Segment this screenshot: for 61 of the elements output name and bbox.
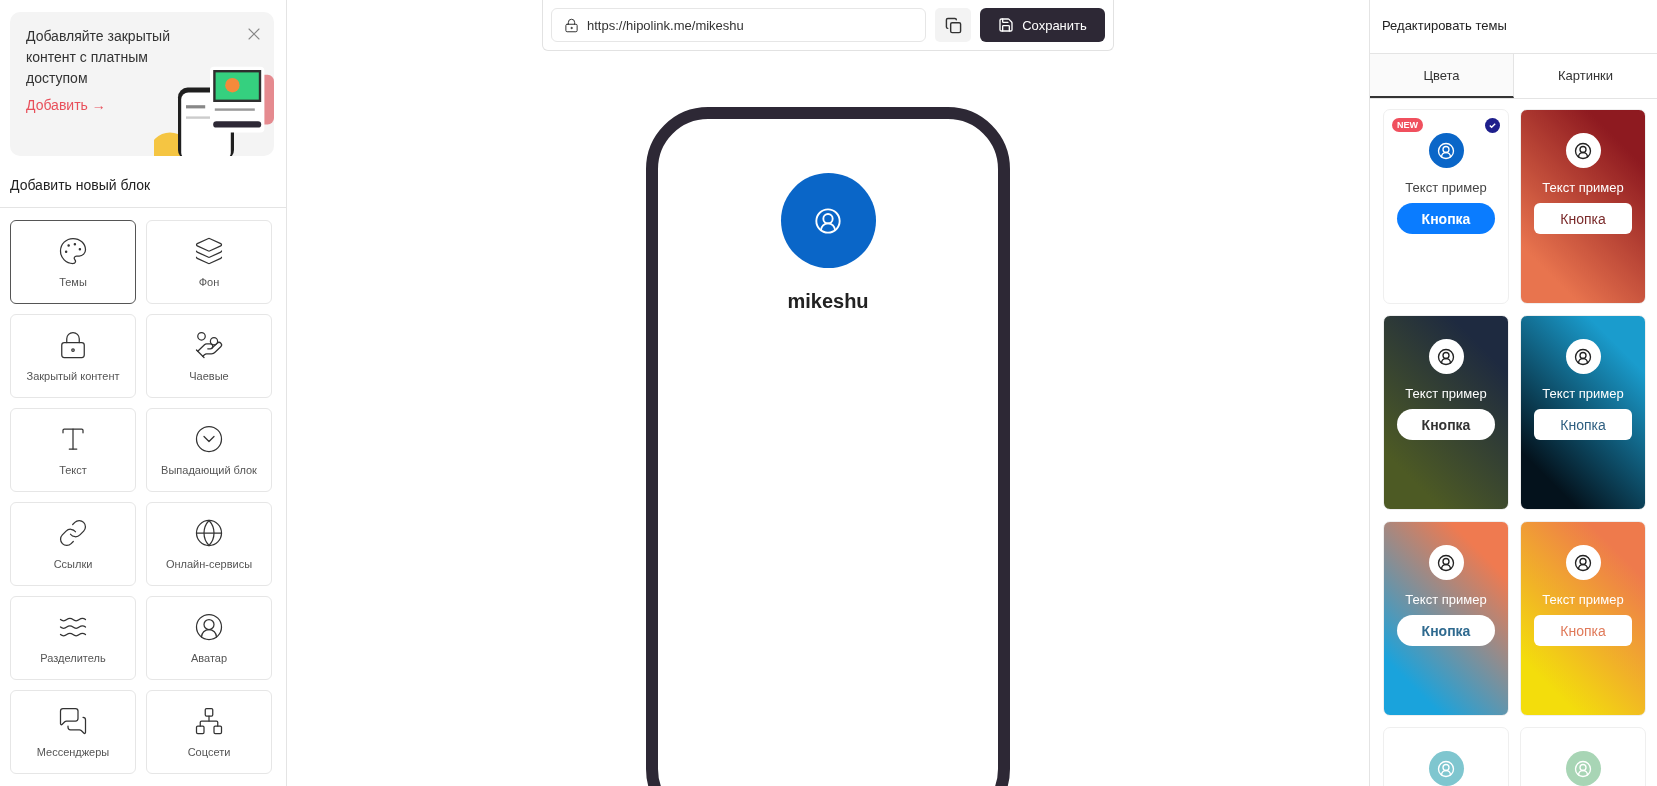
user-icon bbox=[194, 612, 224, 642]
block-tile[interactable]: Аватар bbox=[146, 596, 272, 680]
profile-name: mikeshu bbox=[787, 290, 869, 313]
button-label: Кнопка bbox=[1421, 416, 1471, 433]
button-label: Кнопка bbox=[1421, 622, 1471, 639]
block-tile[interactable]: Ссылки bbox=[10, 502, 136, 586]
copy-icon bbox=[944, 16, 962, 34]
url-text: https://hipolink.me/mikeshu bbox=[587, 17, 744, 33]
chevron-circle-icon bbox=[194, 424, 224, 454]
user-icon bbox=[814, 206, 842, 235]
block-tile[interactable]: Разделитель bbox=[10, 596, 136, 680]
section-heading: Добавить новый блок bbox=[0, 156, 286, 208]
lock-icon bbox=[564, 17, 579, 33]
button-label: Кнопка bbox=[1560, 416, 1606, 433]
block-tile[interactable]: Онлайн-сервисы bbox=[146, 502, 272, 586]
save-button[interactable]: Сохранить bbox=[980, 8, 1105, 42]
palette-icon bbox=[58, 236, 88, 266]
link-icon bbox=[58, 518, 88, 548]
url-field[interactable]: https://hipolink.me/mikeshu bbox=[551, 8, 926, 42]
user-icon bbox=[1574, 347, 1592, 366]
hand-coins-icon bbox=[194, 330, 224, 360]
network-icon bbox=[194, 706, 224, 736]
user-icon bbox=[1437, 347, 1455, 366]
block-tile[interactable]: Выпадающий блок bbox=[146, 408, 272, 492]
button-label: Кнопка bbox=[1560, 210, 1606, 227]
sample-text: Текст пример bbox=[1405, 592, 1487, 607]
layers-icon bbox=[194, 236, 224, 266]
block-tile[interactable]: Соцсети bbox=[146, 690, 272, 774]
tab[interactable]: Цвета bbox=[1370, 54, 1514, 98]
user-icon bbox=[1574, 553, 1592, 572]
user-icon bbox=[1574, 759, 1592, 778]
theme-card[interactable]: NEW Текст пример Кнопка bbox=[1383, 109, 1509, 304]
sample-text: Текст пример bbox=[1405, 180, 1487, 195]
globe-icon bbox=[194, 518, 224, 548]
theme-card[interactable]: Текст пример Кнопка bbox=[1520, 109, 1646, 304]
chat-icon bbox=[58, 706, 88, 736]
user-icon bbox=[1437, 553, 1455, 572]
block-tile[interactable]: Мессенджеры bbox=[10, 690, 136, 774]
block-tile[interactable]: Темы bbox=[10, 220, 136, 304]
panel-title: Редактировать темы bbox=[1381, 17, 1508, 35]
new-badge: NEW bbox=[1392, 118, 1423, 132]
user-icon bbox=[1574, 141, 1592, 160]
theme-card[interactable]: Текст пример Кнопка bbox=[1520, 315, 1646, 510]
sample-text: Текст пример bbox=[1542, 386, 1624, 401]
sample-text: Текст пример bbox=[1405, 386, 1487, 401]
save-icon bbox=[998, 17, 1015, 33]
block-tile[interactable]: Текст bbox=[10, 408, 136, 492]
block-tile[interactable]: Чаевые bbox=[146, 314, 272, 398]
theme-card[interactable]: Текст пример Кнопка bbox=[1383, 315, 1509, 510]
promo-title: Добавляйте закрытый контент с платным доступом bbox=[26, 27, 171, 88]
button-label: Кнопка bbox=[1560, 622, 1606, 639]
theme-card[interactable]: Текст пример Кнопка bbox=[1383, 521, 1509, 716]
user-icon bbox=[1437, 141, 1455, 160]
block-tile[interactable]: Фон bbox=[146, 220, 272, 304]
button-label: Кнопка bbox=[1421, 210, 1471, 227]
user-icon bbox=[1437, 759, 1455, 778]
sample-text: Текст пример bbox=[1542, 592, 1624, 607]
block-tile[interactable]: Закрытый контент bbox=[10, 314, 136, 398]
lock-icon bbox=[58, 330, 88, 360]
sample-text: Текст пример bbox=[1542, 180, 1624, 195]
copy-button[interactable] bbox=[935, 8, 971, 42]
